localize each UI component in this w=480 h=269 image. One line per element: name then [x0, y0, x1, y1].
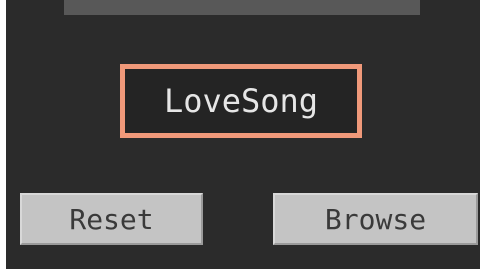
dialog-panel: LoveSong Reset Browse — [6, 0, 480, 269]
name-field[interactable]: LoveSong — [120, 64, 362, 138]
browse-button[interactable]: Browse — [273, 193, 478, 245]
reset-button[interactable]: Reset — [20, 193, 203, 245]
name-value: LoveSong — [163, 82, 319, 120]
top-field[interactable] — [64, 0, 420, 15]
